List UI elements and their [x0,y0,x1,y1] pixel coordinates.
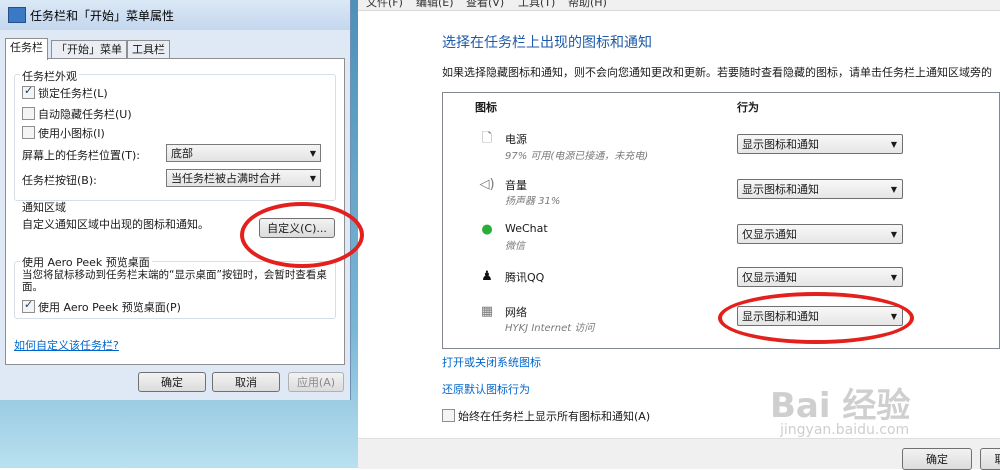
volume-icon: ◁) [479,177,495,192]
row-sub: 扬声器 31% [505,196,561,207]
help-link[interactable]: 如何自定义该任务栏? [14,337,119,353]
row-name: 腾讯QQ [505,271,545,284]
lock-taskbar-label: 锁定任务栏(L) [38,87,108,100]
behavior-select[interactable]: 显示图标和通知 ▼ [737,134,903,154]
behavior-select[interactable]: 显示图标和通知 ▼ [737,179,903,199]
chevron-down-icon: ▼ [890,140,897,149]
tab-taskbar[interactable]: 任务栏 [5,38,48,60]
watermark-url: jingyan.baidu.com [780,422,910,438]
network-icon: ▦ [480,304,494,319]
small-icons-label: 使用小图标(I) [38,127,105,140]
behavior-select[interactable]: 仅显示通知 ▼ [737,224,903,244]
chevron-down-icon: ▼ [890,185,897,194]
behavior-value: 显示图标和通知 [742,183,819,196]
dialog-titlebar[interactable]: 任务栏和「开始」菜单属性 [0,0,350,30]
row-name: 网络 [505,306,527,319]
peek-desc: 当您将鼠标移动到任务栏末端的“显示桌面”按钮时，会暂时查看桌面。 [22,269,327,293]
peek-group-title: 使用 Aero Peek 预览桌面 [20,254,152,270]
chevron-down-icon: ▼ [890,273,897,282]
small-icons-checkbox[interactable] [22,126,35,139]
restore-defaults-link[interactable]: 还原默认图标行为 [442,381,530,397]
taskbar-properties-dialog: 任务栏和「开始」菜单属性 任务栏 「开始」菜单 工具栏 任务栏外观 锁定任务栏(… [0,0,351,400]
column-header-icon: 图标 [475,101,497,114]
window-ok-button[interactable]: 确定 [902,448,972,470]
row-name: 电源 [505,133,527,146]
page-heading: 选择在任务栏上出现的图标和通知 [442,35,652,51]
menu-edit[interactable]: 编辑(E) [416,0,454,10]
system-icons-link[interactable]: 打开或关闭系统图标 [442,354,541,370]
highlight-ring [718,292,914,344]
autohide-checkbox[interactable] [22,107,35,120]
position-value: 底部 [171,147,193,160]
row-name: 音量 [505,179,527,192]
dialog-ok-button[interactable]: 确定 [138,372,206,392]
chevron-down-icon: ▼ [309,174,316,183]
dialog-apply-button[interactable]: 应用(A) [288,372,344,392]
dialog-title: 任务栏和「开始」菜单属性 [30,9,175,23]
qq-icon: ♟ [481,269,493,284]
position-label: 屏幕上的任务栏位置(T): [22,149,141,162]
row-sub: 微信 [505,241,525,252]
notify-desc: 自定义通知区域中出现的图标和通知。 [22,218,209,231]
appearance-group-title: 任务栏外观 [20,68,79,84]
behavior-select[interactable]: 仅显示通知 ▼ [737,267,903,287]
menu-tools[interactable]: 工具(T) [518,0,555,10]
buttons-label: 任务栏按钮(B): [22,174,97,187]
highlight-ring [240,202,364,268]
taskbar-icon [8,7,26,23]
aero-peek-label: 使用 Aero Peek 预览桌面(P) [38,301,181,314]
notify-group-title: 通知区域 [22,201,66,214]
tab-start-menu[interactable]: 「开始」菜单 [51,40,127,59]
row-sub: 97% 可用(电源已接通，未充电) [505,151,649,162]
page-description: 如果选择隐藏图标和通知，则不会向您通知更改和更新。若要随时查看隐藏的图标，请单击… [442,66,992,79]
buttons-value: 当任务栏被占满时合并 [171,172,281,185]
wechat-icon: ● [481,222,493,237]
aero-peek-checkbox[interactable] [22,298,35,313]
window-cancel-button[interactable]: 取 [980,448,1000,470]
row-name: WeChat [505,222,548,235]
power-icon: 🗋 [481,131,493,146]
row-sub: HYKJ Internet 访问 [505,323,595,334]
chevron-down-icon: ▼ [890,230,897,239]
buttons-select[interactable]: 当任务栏被占满时合并 ▼ [166,169,321,187]
behavior-value: 仅显示通知 [742,271,797,284]
behavior-value: 显示图标和通知 [742,138,819,151]
watermark-logo: Bai 经验 [770,386,911,426]
always-show-checkbox[interactable] [442,409,455,422]
chevron-down-icon: ▼ [309,149,316,158]
behavior-value: 仅显示通知 [742,228,797,241]
always-show-label: 始终在任务栏上显示所有图标和通知(A) [458,410,651,423]
position-select[interactable]: 底部 ▼ [166,144,321,162]
column-header-behavior: 行为 [737,101,759,114]
menu-help[interactable]: 帮助(H) [568,0,607,10]
dialog-cancel-button[interactable]: 取消 [212,372,280,392]
menu-view[interactable]: 查看(V) [466,0,504,10]
lock-taskbar-checkbox[interactable] [22,84,35,99]
menu-file[interactable]: 文件(F) [366,0,403,10]
autohide-label: 自动隐藏任务栏(U) [38,108,132,121]
tab-toolbars[interactable]: 工具栏 [127,40,170,59]
menu-bar: 文件(F) 编辑(E) 查看(V) 工具(T) 帮助(H) [358,0,1000,11]
